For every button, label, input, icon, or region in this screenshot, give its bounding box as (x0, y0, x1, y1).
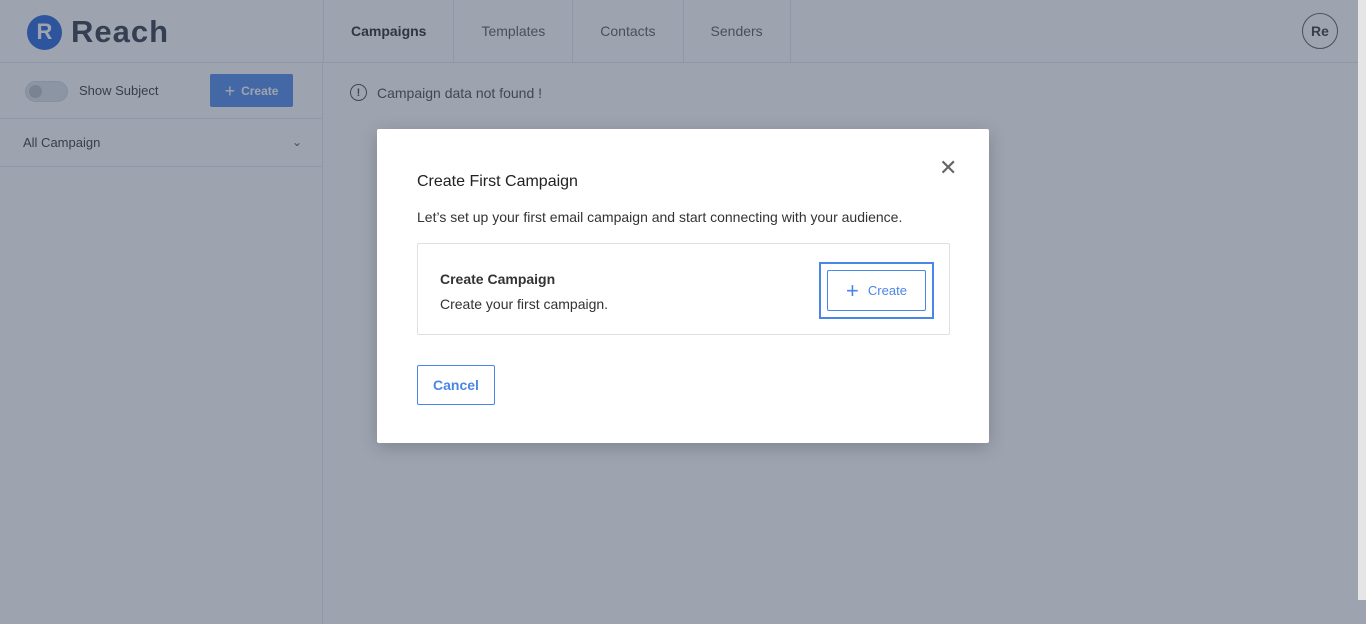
modal-description: Let’s set up your first email campaign a… (417, 209, 903, 225)
plus-icon: + (846, 277, 859, 303)
page-scrollbar[interactable] (1358, 0, 1366, 600)
close-icon[interactable]: ✕ (939, 157, 957, 179)
cancel-button[interactable]: Cancel (417, 365, 495, 405)
create-campaign-card: Create Campaign Create your first campai… (417, 243, 950, 335)
create-button-focus-ring: + Create (819, 262, 934, 319)
modal-create-label: Create (867, 283, 907, 298)
modal-create-button[interactable]: + Create (827, 270, 926, 311)
card-subtitle: Create your first campaign. (440, 296, 609, 312)
card-title: Create Campaign (440, 271, 556, 287)
modal-title: Create First Campaign (417, 173, 578, 190)
create-campaign-modal: ✕ Create First Campaign Let’s set up you… (377, 129, 989, 443)
